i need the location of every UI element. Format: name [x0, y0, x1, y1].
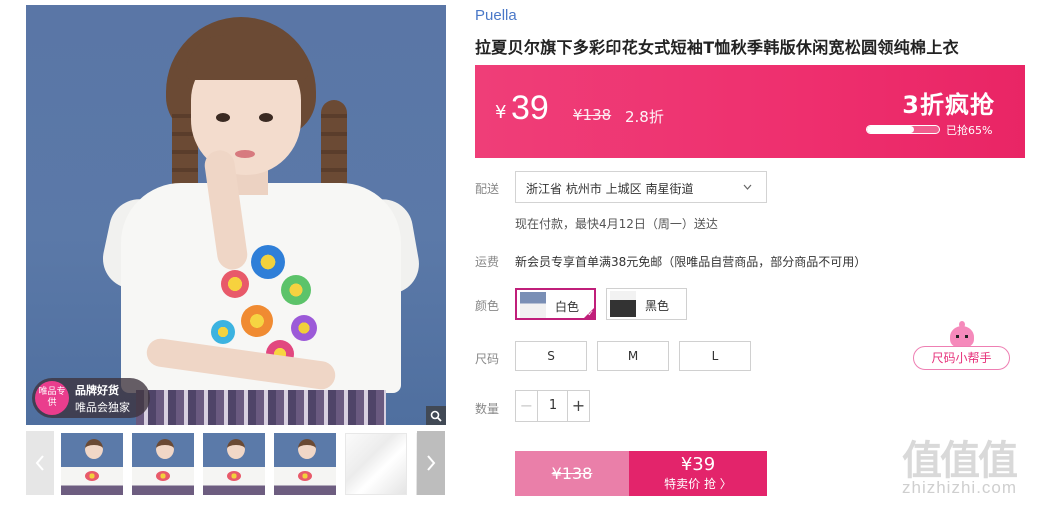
badge-line1: 品牌好货 — [75, 384, 119, 397]
badge-line2: 唯品会独家 — [75, 401, 130, 414]
model-bangs — [186, 35, 308, 80]
color-label: 颜色 — [475, 299, 500, 313]
color-swatch-black — [610, 291, 636, 317]
product-main-image[interactable] — [26, 5, 446, 425]
exclusive-circle: 唯品专供 — [35, 381, 69, 415]
size-option-s[interactable]: S — [515, 341, 587, 371]
sale-price: 39 — [511, 89, 549, 127]
flower-print — [211, 320, 235, 344]
color-option-label: 黑色 — [645, 299, 670, 313]
thumbnail-5-fabric[interactable] — [345, 433, 407, 495]
model-lips — [235, 150, 255, 158]
thumb-print — [227, 471, 241, 481]
address-value: 浙江省 杭州市 上城区 南星街道 — [526, 182, 694, 196]
buy-now-button[interactable]: ¥39 特卖价 抢 〉 — [629, 451, 767, 496]
thumb-print — [156, 471, 170, 481]
shipping-label: 运费 — [475, 255, 500, 269]
thumb-print — [298, 471, 312, 481]
brand-exclusive-badge: 唯品专供 品牌好货 唯品会独家 — [32, 378, 150, 418]
thumbnail-2[interactable] — [132, 433, 194, 495]
size-option-m[interactable]: M — [597, 341, 669, 371]
flower-print — [291, 315, 317, 341]
chevron-right-icon — [427, 455, 436, 471]
delivery-label: 配送 — [475, 182, 500, 196]
product-title: 拉夏贝尔旗下多彩印花女式短袖T恤秋季韩版休闲宽松圆领纯棉上衣 — [475, 38, 959, 57]
brand-link[interactable]: Puella — [475, 7, 517, 24]
original-price: ¥138 — [573, 106, 612, 124]
size-option-l[interactable]: L — [679, 341, 751, 371]
flower-print — [241, 305, 273, 337]
thumb-face — [85, 439, 103, 459]
color-option-label: 白色 — [555, 300, 580, 314]
thumb-face — [156, 439, 174, 459]
chevron-left-icon — [35, 455, 44, 471]
flower-print — [251, 245, 285, 279]
currency-symbol: ¥ — [495, 102, 507, 123]
price-banner: ¥ 39 ¥138 2.8折 3折疯抢 已抢65% — [475, 65, 1025, 158]
chevron-down-icon — [743, 180, 752, 193]
color-option-white[interactable]: 白色 ✓ — [515, 288, 596, 320]
thumbnail-1[interactable] — [61, 433, 123, 495]
thumbnail-3[interactable] — [203, 433, 265, 495]
model-eye — [216, 113, 230, 122]
sold-progress-fill — [867, 126, 914, 133]
thumbnail-4[interactable] — [274, 433, 336, 495]
watermark-url: zhizhizhi.com — [902, 478, 1018, 497]
flower-print — [221, 270, 249, 298]
quantity-plus-button[interactable]: + — [567, 391, 589, 421]
thumb-print — [85, 471, 99, 481]
sold-progress-bar — [866, 125, 940, 134]
delivery-estimate: 现在付款，最快4月12日（周一）送达 — [515, 217, 718, 231]
address-select[interactable]: 浙江省 杭州市 上城区 南星街道 — [515, 171, 767, 203]
buy-original-price[interactable]: ¥138 — [515, 451, 629, 496]
color-swatch-white — [520, 292, 546, 318]
magnifier-icon — [430, 410, 442, 422]
flash-sale-label: 3折疯抢 — [902, 91, 995, 119]
model-eye — [259, 113, 273, 122]
check-icon: ✓ — [587, 309, 594, 318]
model-plaid-skirt — [136, 390, 386, 425]
buy-now-price: ¥39 — [680, 454, 716, 475]
thumbnails-prev-button[interactable] — [26, 431, 54, 495]
thumb-face — [227, 439, 245, 459]
sold-progress-label: 已抢65% — [946, 124, 993, 137]
quantity-value[interactable]: 1 — [539, 391, 567, 421]
quantity-minus-button[interactable]: − — [516, 391, 538, 421]
thumbnails-next-button[interactable] — [417, 431, 445, 495]
mascot-icon — [950, 321, 974, 348]
flower-print — [281, 275, 311, 305]
shipping-note: 新会员专享首单满38元免邮（限唯品自营商品，部分商品不可用） — [515, 255, 867, 269]
discount-rate: 2.8折 — [625, 108, 664, 126]
quantity-stepper: − 1 + — [515, 390, 590, 422]
color-option-black[interactable]: 黑色 — [606, 288, 687, 320]
size-helper-button[interactable]: 尺码小帮手 — [913, 346, 1010, 370]
quantity-label: 数量 — [475, 402, 500, 416]
size-label: 尺码 — [475, 352, 500, 366]
buy-now-label: 特卖价 抢 〉 — [664, 477, 732, 491]
thumb-face — [298, 439, 316, 459]
zoom-button[interactable] — [426, 406, 446, 425]
